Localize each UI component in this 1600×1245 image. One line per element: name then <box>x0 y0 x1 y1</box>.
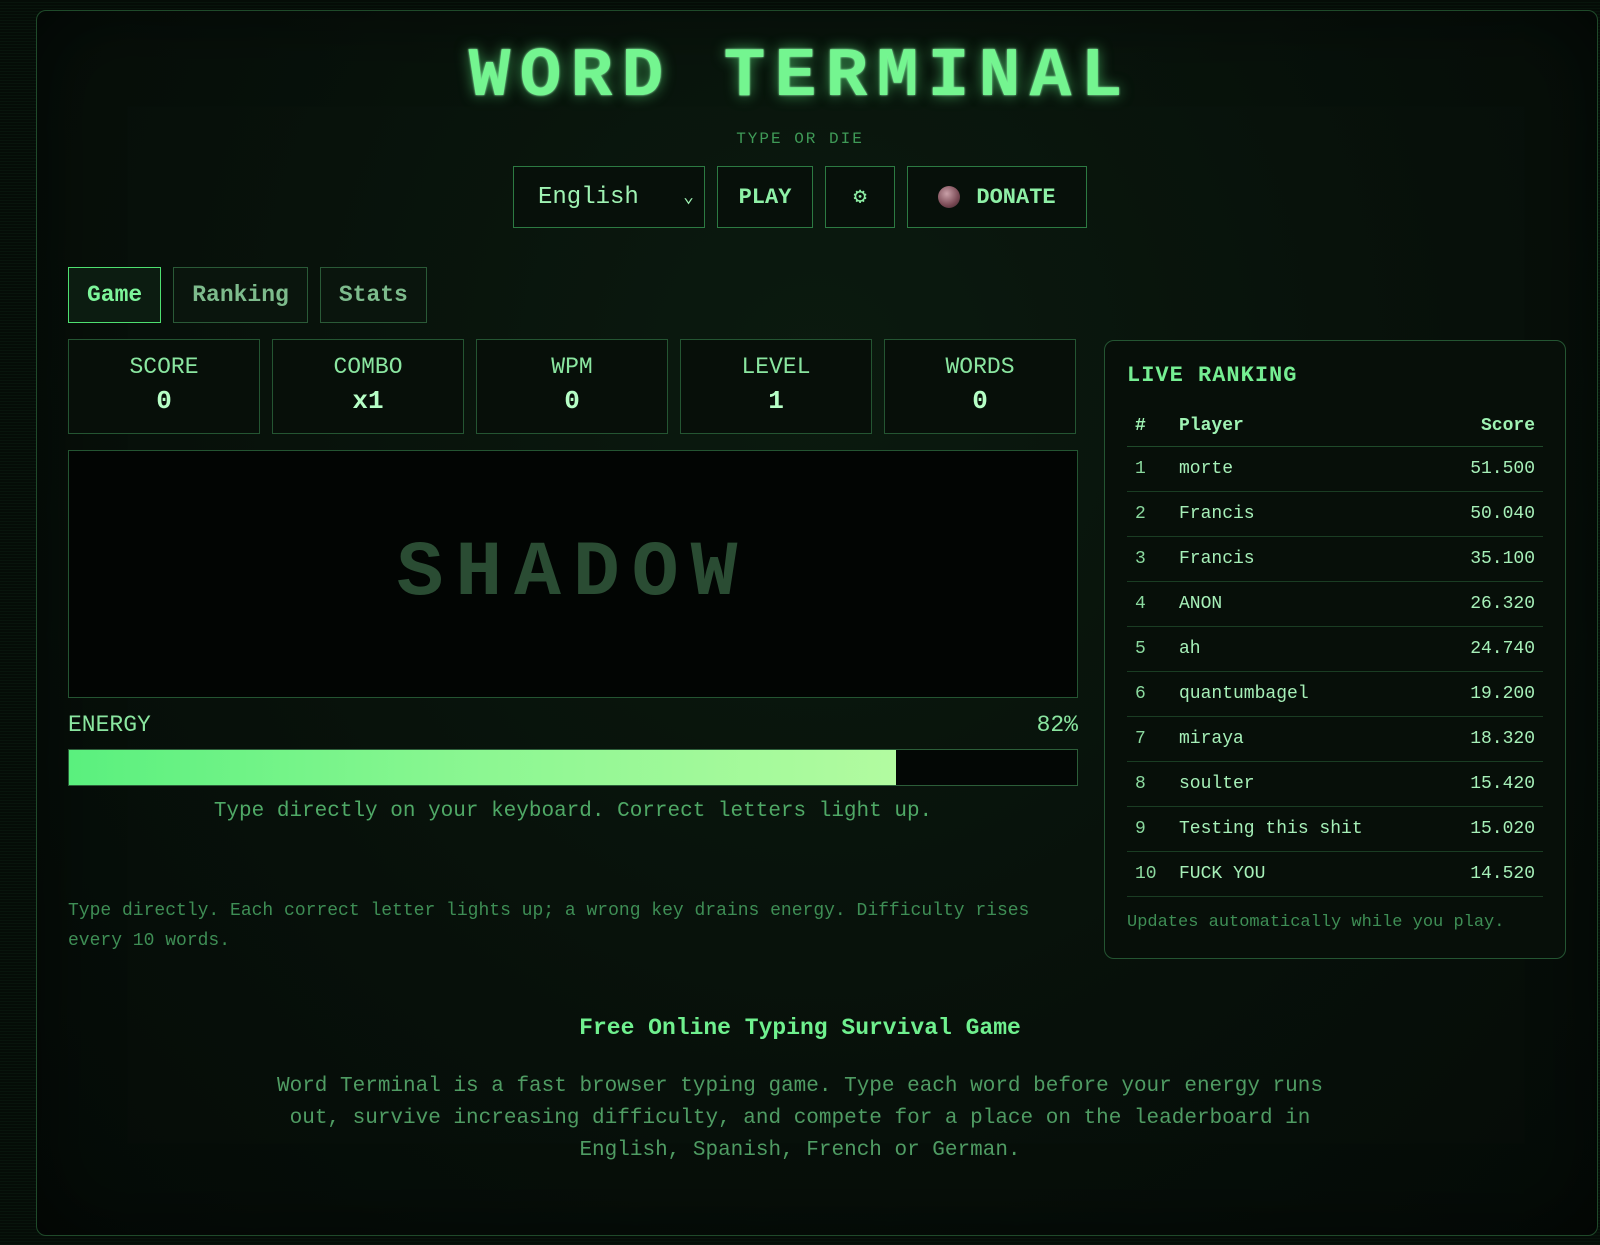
live-ranking-panel: LIVE RANKING # Player Score 1 morte 51.500… <box>1104 340 1566 959</box>
ranking-rank: 5 <box>1127 626 1171 672</box>
ranking-player: Francis <box>1171 536 1436 582</box>
tab-bar: Game Ranking Stats <box>68 267 427 323</box>
ranking-row: 1 morte 51.500 <box>1127 446 1543 492</box>
stat-wpm: WPM 0 <box>476 339 668 434</box>
ranking-player: Francis <box>1171 491 1436 537</box>
ranking-rank: 9 <box>1127 806 1171 852</box>
ranking-score: 50.040 <box>1435 491 1543 537</box>
ranking-score: 24.740 <box>1435 626 1543 672</box>
ranking-row: 3 Francis 35.100 <box>1127 536 1543 582</box>
ranking-player: quantumbagel <box>1171 671 1436 717</box>
ranking-score: 51.500 <box>1435 446 1543 492</box>
column-player: Player <box>1171 406 1436 447</box>
game-instructions: Type directly. Each correct letter light… <box>68 901 1030 951</box>
energy-header: ENERGY 82% <box>68 712 1078 738</box>
ranking-rank: 6 <box>1127 671 1171 717</box>
top-controls: English ⌄ PLAY ⚙ DONATE <box>0 166 1600 228</box>
ranking-row: 7 miraya 18.320 <box>1127 716 1543 762</box>
stat-label: WPM <box>551 354 593 380</box>
stat-words: WORDS 0 <box>884 339 1076 434</box>
ranking-player: ah <box>1171 626 1436 672</box>
page-subtitle: TYPE OR DIE <box>736 130 864 148</box>
stat-combo: COMBO x1 <box>272 339 464 434</box>
energy-bar-fill <box>69 750 896 785</box>
stat-label: SCORE <box>129 354 199 380</box>
ranking-row: 4 ANON 26.320 <box>1127 581 1543 627</box>
ranking-rank: 3 <box>1127 536 1171 582</box>
ranking-rank: 4 <box>1127 581 1171 627</box>
stat-value: 1 <box>768 386 784 416</box>
ranking-row: 5 ah 24.740 <box>1127 626 1543 672</box>
ranking-score: 15.420 <box>1435 761 1543 807</box>
ranking-player: ANON <box>1171 581 1436 627</box>
column-score: Score <box>1435 406 1543 447</box>
play-button[interactable]: PLAY <box>717 166 813 228</box>
donate-label: DONATE <box>976 184 1056 210</box>
stat-label: WORDS <box>945 354 1015 380</box>
tab-game[interactable]: Game <box>68 267 162 323</box>
stat-value: 0 <box>972 386 988 416</box>
energy-percent: 82% <box>1036 712 1078 738</box>
ranking-row: 9 Testing this shit 15.020 <box>1127 806 1543 852</box>
ranking-player: miraya <box>1171 716 1436 762</box>
ranking-row: 6 quantumbagel 19.200 <box>1127 671 1543 717</box>
ranking-footer: Updates automatically while you play. <box>1127 913 1505 932</box>
seo-heading: Free Online Typing Survival Game <box>579 1015 1021 1041</box>
ranking-player: soulter <box>1171 761 1436 807</box>
ranking-player: morte <box>1171 446 1436 492</box>
ranking-rank: 10 <box>1127 851 1171 897</box>
ranking-score: 19.200 <box>1435 671 1543 717</box>
settings-button[interactable]: ⚙ <box>825 166 895 228</box>
typing-hint: Type directly on your keyboard. Correct … <box>213 800 933 823</box>
stat-level: LEVEL 1 <box>680 339 872 434</box>
chevron-down-icon: ⌄ <box>683 188 694 208</box>
game-board[interactable]: SHADOW <box>68 450 1078 698</box>
coffee-cup-icon <box>938 186 961 208</box>
column-rank: # <box>1127 406 1171 447</box>
ranking-score: 14.520 <box>1435 851 1543 897</box>
page-title: WORD TERMINAL <box>468 38 1132 117</box>
energy-bar <box>68 749 1078 786</box>
language-select-value: English <box>538 183 639 211</box>
ranking-score: 35.100 <box>1435 536 1543 582</box>
ranking-row: 2 Francis 50.040 <box>1127 491 1543 537</box>
language-select[interactable]: English ⌄ <box>513 166 705 228</box>
ranking-header-row: # Player Score <box>1127 406 1543 447</box>
tab-stats[interactable]: Stats <box>319 267 427 323</box>
ranking-row: 10 FUCK YOU 14.520 <box>1127 851 1543 897</box>
ranking-rank: 1 <box>1127 446 1171 492</box>
ranking-title: LIVE RANKING <box>1127 363 1298 388</box>
ranking-rank: 2 <box>1127 491 1171 537</box>
ranking-player: Testing this shit <box>1171 806 1436 852</box>
ranking-rank: 8 <box>1127 761 1171 807</box>
ranking-player: FUCK YOU <box>1171 851 1436 897</box>
stat-value: 0 <box>156 386 172 416</box>
stat-value: 0 <box>564 386 580 416</box>
donate-button[interactable]: DONATE <box>907 166 1087 228</box>
ranking-rank: 7 <box>1127 716 1171 762</box>
tab-ranking[interactable]: Ranking <box>173 267 308 323</box>
stat-score: SCORE 0 <box>68 339 260 434</box>
seo-description: Word Terminal is a fast browser typing g… <box>277 1075 1323 1162</box>
ranking-score: 18.320 <box>1435 716 1543 762</box>
gear-icon: ⚙ <box>853 185 867 210</box>
current-word: SHADOW <box>396 530 750 618</box>
stats-row: SCORE 0 COMBO x1 WPM 0 LEVEL 1 WORDS 0 <box>68 339 1076 434</box>
ranking-score: 26.320 <box>1435 581 1543 627</box>
ranking-score: 15.020 <box>1435 806 1543 852</box>
ranking-row: 8 soulter 15.420 <box>1127 761 1543 807</box>
stat-label: LEVEL <box>741 354 811 380</box>
energy-label: ENERGY <box>68 712 151 738</box>
stat-value: x1 <box>352 386 384 416</box>
stat-label: COMBO <box>333 354 403 380</box>
ranking-table: # Player Score 1 morte 51.500 2 Francis 50.04… <box>1127 406 1543 897</box>
